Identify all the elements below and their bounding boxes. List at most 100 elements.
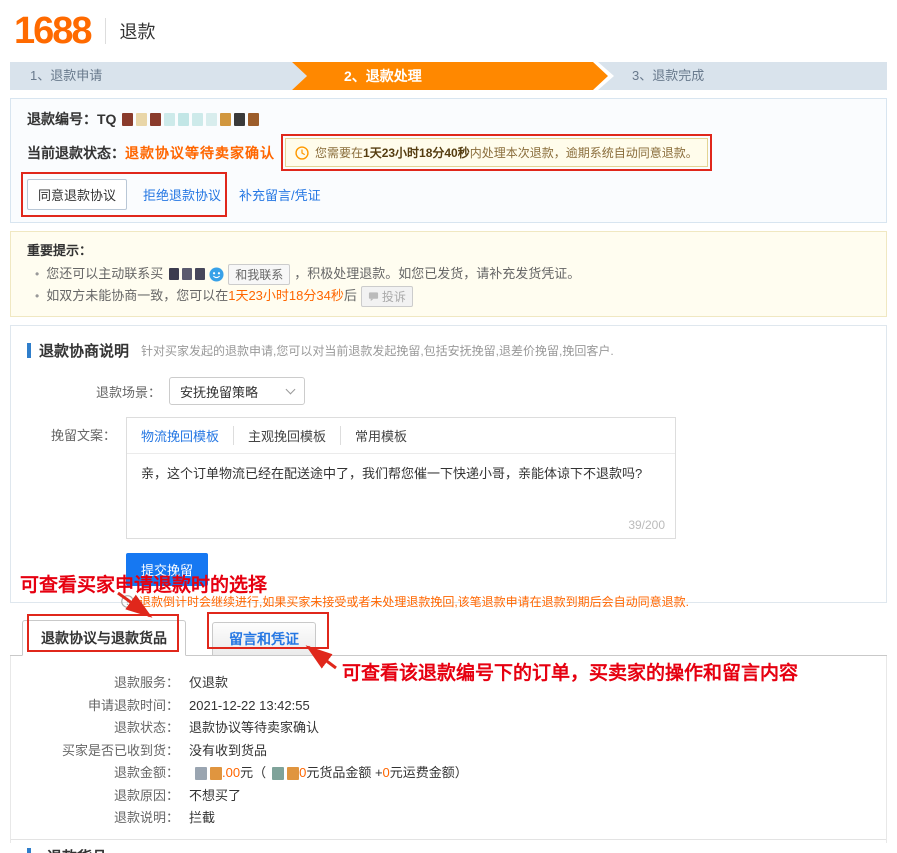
refund-status-row: 当前退款状态： 退款协议等待卖家确认 您需要在1天23小时18分40秒内处理本次… [27,138,870,167]
tab1-label: 退款协议与退款货品 [41,630,167,646]
notice-text: 您需要在1天23小时18分40秒内处理本次退款，逾期系统自动同意退款。 [315,144,698,161]
retain-copy-label: 挽留文案： [51,425,116,444]
censor-block [195,767,207,780]
censor-block [234,113,245,126]
amount-unit: 元（ [240,762,266,785]
detail-status-label: 退款状态： [11,717,179,740]
apply-time-label: 申请退款时间： [11,695,179,718]
wangwang-icon[interactable] [209,267,224,282]
chevron-down-icon [286,384,296,394]
refund-actions-row: 同意退款协议 拒绝退款协议 补充留言/凭证 [27,179,870,210]
refund-scene-row: 退款场景： 安抚挽留策略 [27,377,870,405]
negotiation-title: 退款协商说明 [39,340,129,361]
refund-page: 1688 退款 1、退款申请 2、退款处理 3、退款完成 退款编号： TQ 当前… [0,0,897,834]
refund-note-value: 拦截 [189,807,215,830]
tip1-pre: 您还可以主动联系买 [46,263,163,285]
next-section-title: 退款货品 [47,846,107,853]
complaint-countdown: 1天23小时18分34秒 [228,285,344,307]
refund-scene-select[interactable]: 安抚挽留策略 [169,377,305,405]
refund-status-value: 退款协议等待卖家确认 [125,143,275,163]
negotiation-header: 退款协商说明 针对买家发起的退款申请,您可以对当前退款发起挽留,包括安抚挽留,退… [27,340,870,361]
framed-action-buttons: 同意退款协议 拒绝退款协议 [27,179,221,210]
refund-status-panel: 退款编号： TQ 当前退款状态： 退款协议等待卖家确认 您需要在1天23小时18… [10,98,887,223]
censor-block [182,268,192,280]
tab-common-template[interactable]: 常用模板 [340,426,421,445]
censor-block [195,268,205,280]
censor-block [272,767,284,780]
page-title: 退款 [120,18,156,44]
censor-block [122,113,133,126]
header-divider [105,18,106,44]
deadline-notice: 您需要在1天23小时18分40秒内处理本次退款，逾期系统自动同意退款。 [285,138,708,167]
tip-item-contact: 您还可以主动联系买 和我联系 ，积极处理退款。如您已发货，请补充发货凭证。 [35,263,870,285]
logo-1688[interactable]: 1688 [14,12,91,50]
tip1-post: ，积极处理退款。如您已发货，请补充发货凭证。 [294,263,580,285]
refund-number-row: 退款编号： TQ [27,109,870,129]
step-progress-bar: 1、退款申请 2、退款处理 3、退款完成 [10,62,887,90]
censor-block [178,113,189,126]
received-value: 没有收到货品 [189,740,267,763]
annotation-text-top: 可查看买家申请退款时的选择 [20,570,267,597]
censor-block [206,113,217,126]
detail-row-received: 买家是否已收到货： 没有收到货品 [11,740,886,763]
refund-status-label: 当前退款状态： [27,143,125,163]
censor-block [164,113,175,126]
negotiation-desc: 针对买家发起的退款申请,您可以对当前退款发起挽留,包括安抚挽留,退差价挽留,挽回… [141,342,614,359]
retain-message-textarea[interactable]: 亲，这个订单物流已经在配送途中了，我们帮您催一下快递小哥，亲能体谅下不退款吗? [127,454,675,518]
annotation-text-bottom: 可查看该退款编号下的订单，买卖家的操作和留言内容 [342,658,798,685]
censor-block [136,113,147,126]
refund-scene-label: 退款场景： [96,382,161,401]
contact-me-button[interactable]: 和我联系 [228,264,290,285]
tip-item-complaint: 如双方未能协商一致，您可以在 1天23小时18分34秒 后 投诉 [35,285,870,307]
supplement-message-link[interactable]: 补充留言/凭证 [239,185,321,204]
received-label: 买家是否已收到货： [11,740,179,763]
tab-subjective-template[interactable]: 主观挽回模板 [233,426,340,445]
retain-copy-box: 物流挽回模板 主观挽回模板 常用模板 亲，这个订单物流已经在配送途中了，我们帮您… [126,417,676,539]
deadline-notice-wrap: 您需要在1天23小时18分40秒内处理本次退款，逾期系统自动同意退款。 [285,138,708,167]
censor-block [248,113,259,126]
char-counter: 39/200 [127,518,675,538]
amount-censored [195,767,222,780]
complaint-button-label: 投诉 [382,288,406,305]
amount-visible-digits: .00 [222,762,240,785]
apply-time-value: 2021-12-22 13:42:55 [189,695,310,718]
detail-tabs: 退款协议与退款货品 留言和凭证 [10,620,887,656]
refund-scene-value: 安抚挽留策略 [180,382,258,401]
refund-note-label: 退款说明： [11,807,179,830]
clock-icon [295,146,309,160]
template-tabs: 物流挽回模板 主观挽回模板 常用模板 [127,418,675,454]
header: 1688 退款 [10,0,887,62]
censor-block [150,113,161,126]
tips-list: 您还可以主动联系买 和我联系 ，积极处理退款。如您已发货，请补充发货凭证。 如双… [27,263,870,307]
amount-label: 退款金额： [11,762,179,785]
reason-label: 退款原因： [11,785,179,808]
step-refund-complete: 3、退款完成 [632,62,704,90]
next-section-header-clipped: 退款货品 [11,840,886,853]
reason-value: 不想买了 [189,785,241,808]
censor-block [192,113,203,126]
tab2-label: 留言和凭证 [229,631,299,647]
tab-logistics-template[interactable]: 物流挽回模板 [141,426,233,445]
goods-amount-zero: 0 [299,762,306,785]
censor-block [210,767,222,780]
tab-messages-vouchers[interactable]: 留言和凭证 [212,622,316,655]
section-marker [27,848,31,853]
refund-number-prefix: TQ [97,111,116,127]
tab-refund-agreement-goods[interactable]: 退款协议与退款货品 [22,620,186,656]
complaint-button[interactable]: 投诉 [361,286,413,307]
censor-block [287,767,299,780]
amount-value: .00 元（ 0 元货品金额 + 0 元运费金额） [189,762,468,785]
detail-row-status: 退款状态： 退款协议等待卖家确认 [11,717,886,740]
freight-amount-zero: 0 [383,762,390,785]
important-tips-panel: 重要提示： 您还可以主动联系买 和我联系 ，积极处理退款。如您已发货，请补充发货… [10,231,887,317]
complaint-icon [368,291,379,302]
detail-row-apply-time: 申请退款时间： 2021-12-22 13:42:55 [11,695,886,718]
reject-refund-link[interactable]: 拒绝退款协议 [143,185,221,204]
tip2-pre: 如双方未能协商一致，您可以在 [46,285,228,307]
notice-pre: 您需要在 [315,146,363,160]
detail-status-value: 退款协议等待卖家确认 [189,717,319,740]
amount-paren-censored [272,767,299,780]
detail-row-note: 退款说明： 拦截 [11,807,886,830]
detail-row-reason: 退款原因： 不想买了 [11,785,886,808]
agree-refund-button[interactable]: 同意退款协议 [27,179,127,210]
